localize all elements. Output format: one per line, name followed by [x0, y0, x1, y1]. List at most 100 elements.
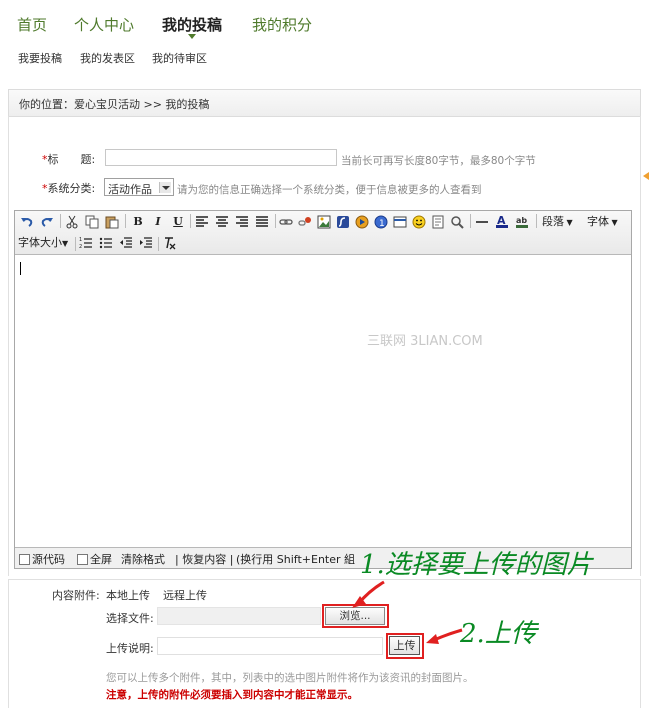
- indent-icon[interactable]: [139, 236, 153, 250]
- text-color-icon[interactable]: A: [495, 214, 509, 228]
- tab-my-submissions-label: 我的投稿: [162, 16, 223, 34]
- choose-file-label: 选择文件:: [106, 612, 154, 625]
- annotation-step-2: 2.上传: [460, 619, 537, 649]
- toolbar-divider: [470, 214, 471, 228]
- category-label-text: 系统分类:: [47, 182, 96, 195]
- tab-my-points[interactable]: 我的积分: [252, 14, 312, 35]
- toolbar-divider: [75, 237, 76, 251]
- svg-text:ab: ab: [516, 216, 527, 225]
- copy-icon[interactable]: [85, 215, 99, 229]
- red-arrow-icon: [352, 580, 385, 608]
- active-tab-marker-icon: [188, 34, 196, 39]
- toolbar-divider: [158, 237, 159, 251]
- toolbar-divider: [190, 214, 191, 228]
- red-arrow-icon: [426, 628, 463, 644]
- annotation-step-1: 1.选择要上传的图片: [360, 550, 593, 580]
- breadcrumb: 你的位置：爱心宝贝活动 >> 我的投稿: [8, 89, 641, 117]
- local-upload-tab[interactable]: 本地上传: [106, 587, 150, 603]
- title-hint: 当前长可再写长度80字节，最多80个字节: [341, 155, 536, 167]
- upload-description-label: 上传说明:: [106, 642, 154, 655]
- newline-hint: (换行用 Shift+Enter 組: [236, 553, 356, 566]
- source-code-toggle[interactable]: 源代码: [19, 551, 65, 567]
- font-size-dropdown[interactable]: 字体大小▼: [18, 235, 68, 251]
- paragraph-dropdown-label: 段落: [542, 215, 564, 228]
- paste-icon[interactable]: [105, 215, 119, 229]
- title-label-text: 标 题:: [47, 153, 96, 166]
- editor-toolbar: B I U 1 A ab 段落 ▼ 字体 ▼ 字体大小▼ 12: [15, 211, 631, 255]
- horizontal-rule-icon[interactable]: [475, 215, 489, 229]
- title-label: *标 题:: [42, 151, 95, 167]
- align-right-icon[interactable]: [235, 215, 249, 229]
- toolbar-divider: [125, 214, 126, 228]
- top-navigation: 首页 个人中心 我的投稿 我的积分: [0, 0, 650, 44]
- image-icon[interactable]: [317, 215, 331, 229]
- table-icon[interactable]: [393, 215, 407, 229]
- tab-personal-center[interactable]: 个人中心: [74, 14, 134, 35]
- source-code-label: 源代码: [32, 553, 65, 566]
- restore-content-link[interactable]: | 恢复内容 |: [175, 551, 233, 567]
- attachment-note: 您可以上传多个附件，其中，列表中的选中图片附件将作为该资讯的封面图片。: [106, 672, 474, 684]
- font-dropdown[interactable]: 字体 ▼: [587, 214, 618, 230]
- category-select-value: 活动作品: [108, 183, 152, 196]
- fullscreen-label: 全屏: [90, 553, 112, 566]
- watermark: 三联网 3LIAN.COM: [367, 334, 483, 349]
- toolbar-divider: [536, 214, 537, 228]
- remove-format-icon[interactable]: [162, 236, 176, 250]
- redo-icon[interactable]: [40, 215, 54, 229]
- orange-arrow-icon: [643, 172, 649, 180]
- realplayer-icon[interactable]: 1: [374, 215, 388, 229]
- subnav-pending[interactable]: 我的待审区: [152, 50, 207, 66]
- link-icon[interactable]: [279, 215, 293, 229]
- subnav-published[interactable]: 我的发表区: [80, 50, 135, 66]
- title-input[interactable]: [105, 149, 337, 166]
- text-caret: [20, 262, 21, 275]
- font-dropdown-label: 字体: [587, 215, 609, 228]
- italic-button[interactable]: I: [150, 214, 166, 230]
- chevron-down-icon: [159, 182, 171, 193]
- toolbar-divider: [60, 214, 61, 228]
- outdent-icon[interactable]: [119, 236, 133, 250]
- align-center-icon[interactable]: [215, 215, 229, 229]
- media-icon[interactable]: [355, 215, 369, 229]
- attachment-warning: 注意，上传的附件必须要插入到内容中才能正常显示。: [106, 689, 358, 701]
- find-icon[interactable]: [450, 215, 464, 229]
- unlink-icon[interactable]: [298, 215, 312, 229]
- unordered-list-icon[interactable]: [99, 236, 113, 250]
- upload-highlight: [386, 633, 424, 659]
- editor-content-area[interactable]: [15, 255, 631, 547]
- svg-text:1: 1: [79, 237, 82, 243]
- category-label: *系统分类:: [42, 180, 95, 196]
- undo-icon[interactable]: [20, 215, 34, 229]
- svg-text:1: 1: [379, 219, 385, 229]
- fullscreen-toggle[interactable]: 全屏: [77, 551, 112, 567]
- chevron-down-icon: ▼: [609, 218, 618, 227]
- category-select[interactable]: 活动作品: [104, 178, 174, 196]
- emoticon-icon[interactable]: [412, 215, 426, 229]
- bold-button[interactable]: B: [130, 214, 146, 230]
- ordered-list-icon[interactable]: 12: [79, 236, 93, 250]
- flash-icon[interactable]: [336, 215, 350, 229]
- underline-button[interactable]: U: [170, 214, 186, 230]
- tab-home[interactable]: 首页: [17, 14, 47, 35]
- font-size-dropdown-label: 字体大小: [18, 236, 62, 249]
- upload-description-input[interactable]: [157, 637, 383, 655]
- attachment-label: 内容附件:: [52, 589, 100, 602]
- fullscreen-checkbox[interactable]: [77, 554, 88, 565]
- file-path-input[interactable]: [157, 607, 321, 625]
- align-left-icon[interactable]: [195, 215, 209, 229]
- align-justify-icon[interactable]: [255, 215, 269, 229]
- cut-icon[interactable]: [65, 215, 79, 229]
- remote-upload-tab[interactable]: 远程上传: [163, 587, 207, 603]
- background-color-icon[interactable]: ab: [515, 214, 529, 228]
- clear-format-link[interactable]: 清除格式: [121, 551, 165, 567]
- toolbar-divider: [275, 214, 276, 228]
- source-code-checkbox[interactable]: [19, 554, 30, 565]
- tab-my-submissions[interactable]: 我的投稿: [162, 14, 223, 39]
- sub-navigation: 我要投稿 我的发表区 我的待审区: [0, 50, 650, 70]
- subnav-submit[interactable]: 我要投稿: [18, 50, 62, 66]
- paragraph-dropdown[interactable]: 段落 ▼: [542, 214, 573, 230]
- svg-text:2: 2: [79, 244, 82, 250]
- category-hint: 请为您的信息正确选择一个系统分类，便于信息被更多的人查看到: [177, 184, 482, 196]
- chevron-down-icon: ▼: [564, 218, 573, 227]
- template-icon[interactable]: [431, 215, 445, 229]
